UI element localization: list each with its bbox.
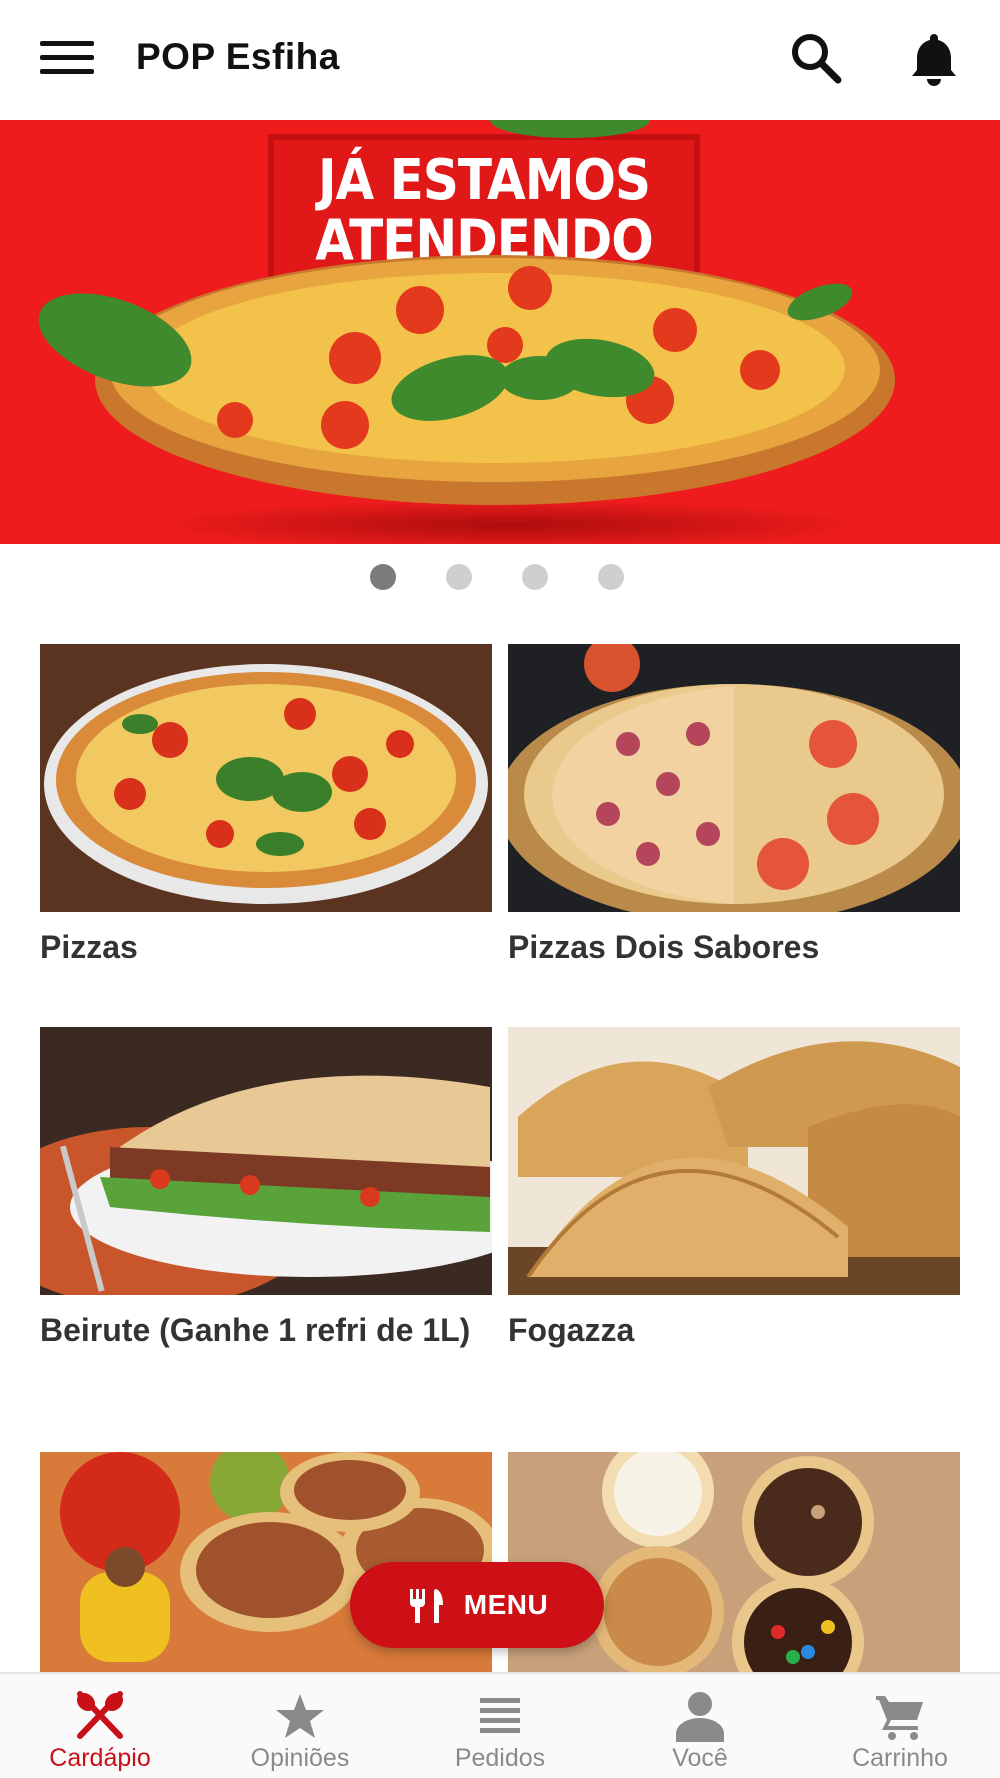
star-icon bbox=[276, 1694, 324, 1738]
nav-item-opinioes[interactable]: Opiniões bbox=[200, 1674, 400, 1778]
category-label: Fogazza bbox=[508, 1312, 635, 1348]
utensils-icon bbox=[76, 1691, 124, 1739]
nav-label: Cardápio bbox=[49, 1744, 151, 1772]
category-image bbox=[508, 1027, 960, 1295]
menu-button[interactable]: MENU bbox=[350, 1562, 604, 1648]
nav-label: Opiniões bbox=[250, 1744, 350, 1772]
nav-item-pedidos[interactable]: Pedidos bbox=[400, 1674, 600, 1778]
carousel-dot-3[interactable] bbox=[522, 564, 548, 590]
fork-knife-icon bbox=[409, 1589, 443, 1623]
nav-item-voce[interactable]: Você bbox=[600, 1674, 800, 1778]
list-icon bbox=[480, 1698, 520, 1733]
nav-label: Pedidos bbox=[454, 1744, 546, 1772]
category-image bbox=[508, 644, 960, 912]
promo-banner[interactable]: JÁ ESTAMOS ATENDENDO bbox=[0, 120, 1000, 544]
hamburger-menu-icon[interactable] bbox=[40, 41, 94, 75]
cart-icon bbox=[876, 1696, 923, 1740]
bottom-navigation: Cardápio Opiniões Pedidos Você Carrinho bbox=[0, 1672, 1000, 1778]
menu-button-label: MENU bbox=[463, 1589, 549, 1620]
nav-item-cardapio[interactable]: Cardápio bbox=[0, 1674, 200, 1778]
carousel-indicator bbox=[0, 564, 1000, 590]
app-bar: POP Esfiha bbox=[0, 0, 1000, 118]
category-label: Pizzas bbox=[40, 929, 138, 965]
nav-item-carrinho[interactable]: Carrinho bbox=[800, 1674, 1000, 1778]
carousel-dot-1[interactable] bbox=[370, 564, 396, 590]
carousel-dot-2[interactable] bbox=[446, 564, 472, 590]
person-icon bbox=[676, 1692, 724, 1742]
banner-pizza-image bbox=[38, 120, 895, 505]
category-image bbox=[40, 1027, 492, 1295]
carousel-dot-4[interactable] bbox=[598, 564, 624, 590]
category-card-pizzas-dois-sabores[interactable]: Pizzas Dois Sabores bbox=[508, 644, 960, 968]
nav-label: Você bbox=[672, 1744, 728, 1772]
category-card-fogazza[interactable]: Fogazza bbox=[508, 1027, 960, 1351]
app-title: POP Esfiha bbox=[136, 36, 340, 77]
category-card-pizzas[interactable]: Pizzas bbox=[40, 644, 492, 968]
bell-icon[interactable] bbox=[906, 30, 962, 86]
nav-label: Carrinho bbox=[852, 1744, 948, 1772]
category-card-beirute[interactable]: Beirute (Ganhe 1 refri de 1L) bbox=[40, 1027, 492, 1351]
category-image bbox=[40, 644, 492, 912]
category-label: Pizzas Dois Sabores bbox=[508, 929, 820, 965]
category-label: Beirute (Ganhe 1 refri de 1L) bbox=[40, 1312, 471, 1348]
search-icon[interactable] bbox=[788, 30, 844, 86]
